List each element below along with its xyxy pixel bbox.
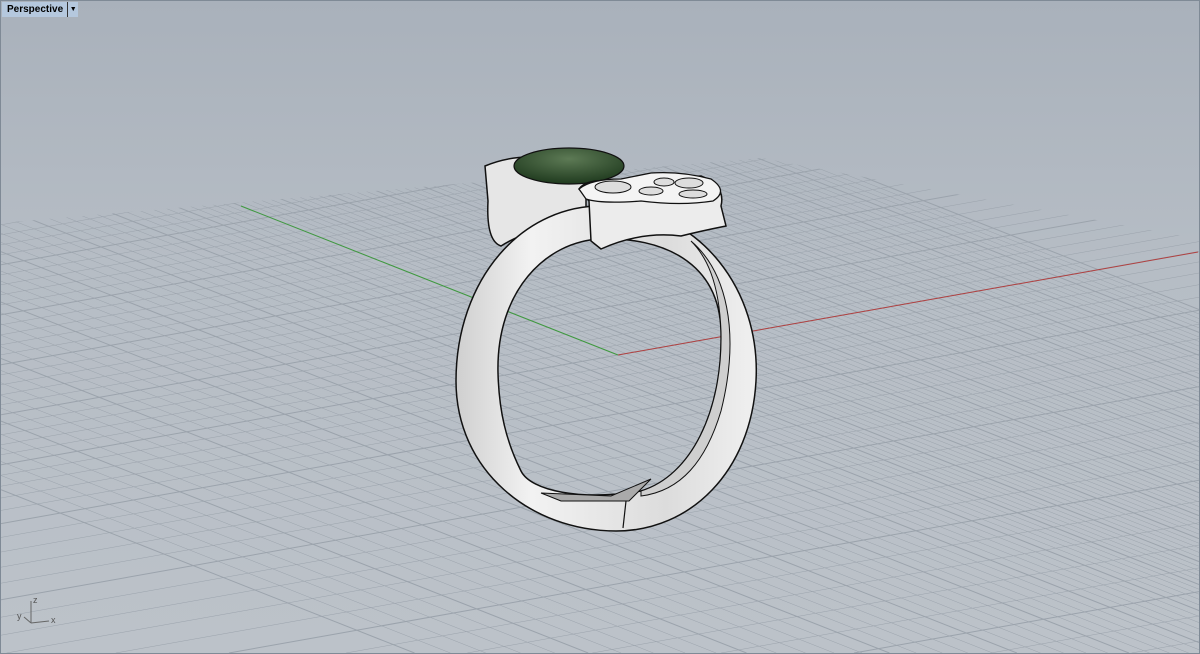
- paw-hole: [674, 177, 704, 189]
- gemstone: [513, 147, 625, 185]
- grid-line: [1, 296, 1199, 511]
- grid-line: [1, 158, 922, 166]
- grid-line: [1, 461, 486, 653]
- grid-line: [1, 158, 1199, 494]
- grid-line: [1, 158, 1199, 517]
- grid-line: [1, 369, 1199, 584]
- x-axis-label: x: [51, 615, 56, 625]
- grid-line: [990, 615, 1199, 653]
- grid-line: [1, 158, 1199, 507]
- grid-line: [1, 158, 1199, 512]
- viewport-title[interactable]: Perspective: [2, 4, 67, 15]
- grid-line: [1, 221, 1199, 436]
- viewport-title-tab[interactable]: Perspective ▼: [2, 2, 79, 17]
- grid-line: [1, 475, 451, 653]
- paw-hole: [638, 186, 664, 196]
- grid-line: [1, 261, 1199, 476]
- perspective-viewport[interactable]: Perspective ▼ z x y: [0, 0, 1200, 654]
- grid-line: [1, 158, 978, 176]
- grid-line: [1, 407, 622, 653]
- paw-hole: [678, 189, 708, 199]
- grid-line: [1, 158, 1199, 540]
- grid-line: [1, 158, 1199, 535]
- grid-line: [467, 522, 1199, 653]
- ring-model: [455, 147, 757, 532]
- grid-line: [1, 489, 415, 653]
- grid-line: [6, 440, 1199, 653]
- grid-line: [1, 242, 1041, 653]
- grid-line: [348, 158, 1199, 338]
- paw-hole: [594, 180, 632, 194]
- construction-grid: [1, 158, 1199, 653]
- world-axes-icon: z x y: [17, 595, 56, 625]
- y-axis-label: y: [17, 611, 22, 621]
- grid-line: [1, 284, 1199, 499]
- grid-line: [1, 158, 1199, 553]
- grid-line: [1, 158, 1199, 549]
- grid-line: [1, 158, 1199, 498]
- grid-line: [1, 158, 1199, 544]
- grid-line: [1, 395, 654, 653]
- grid-line: [313, 158, 1199, 351]
- dropdown-arrow-icon[interactable]: ▼: [67, 2, 78, 17]
- paw-hole: [653, 177, 675, 187]
- grid-line: [1, 447, 521, 653]
- grid-line: [1, 386, 1199, 601]
- z-axis-label: z: [33, 595, 38, 605]
- ring-band: [455, 205, 757, 532]
- grid-line: [325, 158, 1199, 347]
- viewport-scene: [1, 147, 1199, 653]
